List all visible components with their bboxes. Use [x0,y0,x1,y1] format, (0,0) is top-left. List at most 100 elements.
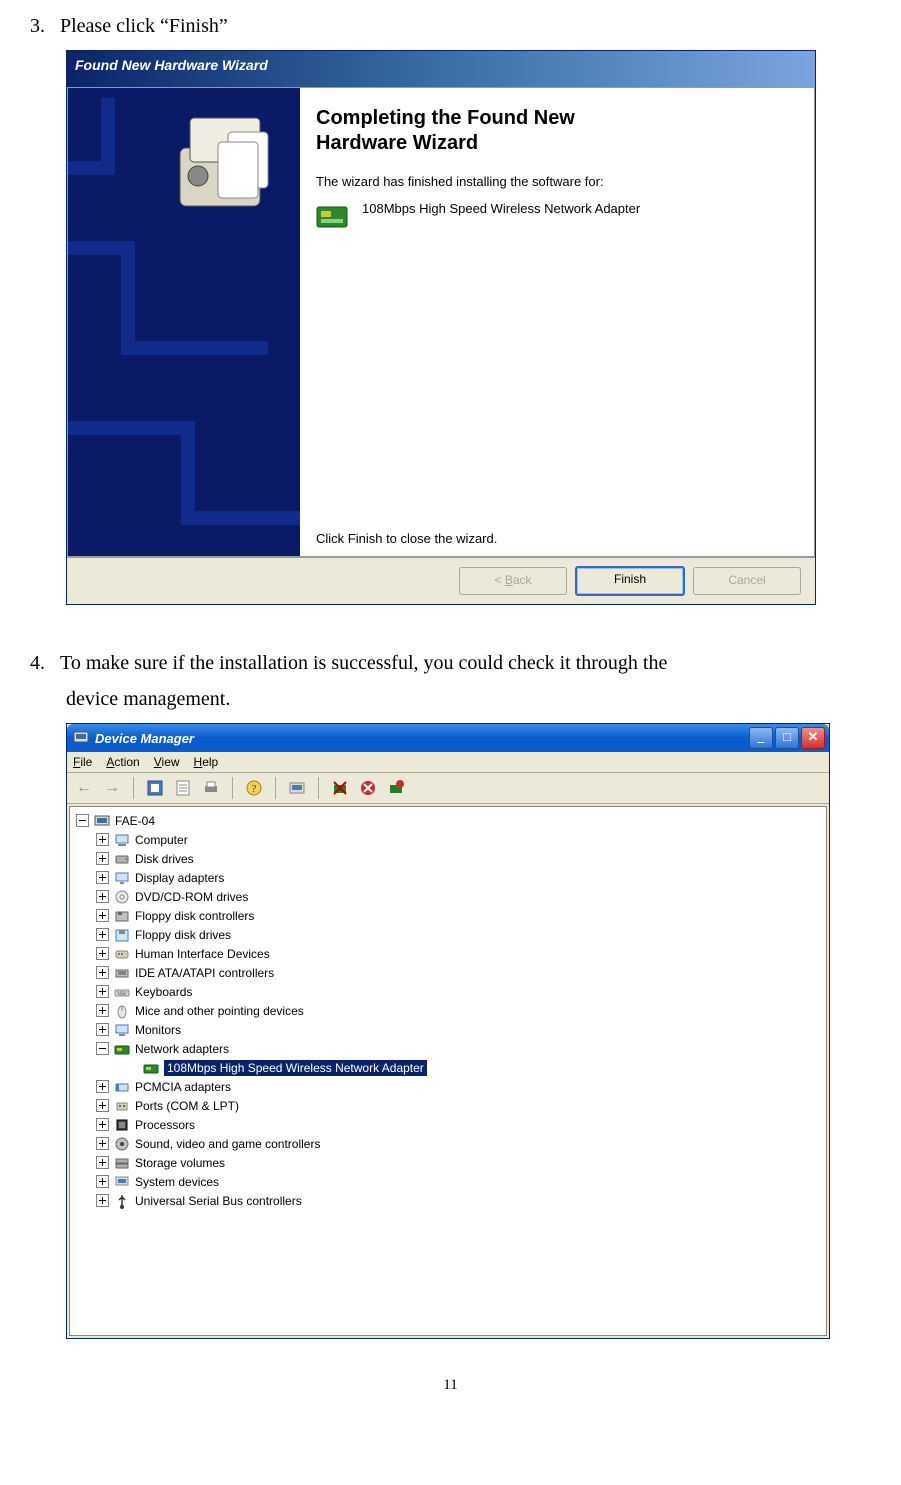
tree-node[interactable]: Human Interface Devices [76,944,820,963]
tree-node[interactable]: Storage volumes [76,1153,820,1172]
keyboard-icon [113,984,131,1000]
svg-text:?: ? [252,783,257,795]
expand-icon[interactable] [96,890,109,903]
expand-icon[interactable] [96,1137,109,1150]
step3-number: 3. [30,8,60,44]
tree-node[interactable]: Ports (COM & LPT) [76,1096,820,1115]
expand-icon[interactable] [96,1099,109,1112]
tree-node[interactable]: Network adapters [76,1039,820,1058]
tree-node-label: Disk drives [135,852,194,866]
expand-icon[interactable] [96,1080,109,1093]
maximize-button[interactable]: □ [775,727,799,749]
close-button[interactable]: ✕ [801,727,825,749]
tree-leaf-label: 108Mbps High Speed Wireless Network Adap… [164,1060,427,1076]
toolbar-scan-icon[interactable] [286,777,308,799]
cpu-icon [113,1117,131,1133]
tree-node[interactable]: Floppy disk controllers [76,906,820,925]
wizard-titlebar[interactable]: Found New Hardware Wizard [67,51,815,87]
tree-leaf[interactable]: 108Mbps High Speed Wireless Network Adap… [76,1058,820,1077]
tree-root-label: FAE-04 [115,814,155,828]
minimize-button[interactable]: _ [749,727,773,749]
tree-node-label: Keyboards [135,985,192,999]
toolbar-disable-icon[interactable] [357,777,379,799]
finish-button[interactable]: Finish [575,566,685,596]
tree-node[interactable]: PCMCIA adapters [76,1077,820,1096]
expand-icon[interactable] [96,1004,109,1017]
usb-icon [113,1193,131,1209]
toolbar-properties-icon[interactable] [144,777,166,799]
wizard-main: Completing the Found New Hardware Wizard… [300,88,814,556]
tree-node[interactable]: Keyboards [76,982,820,1001]
expand-icon[interactable] [96,871,109,884]
wizard-device-row: 108Mbps High Speed Wireless Network Adap… [316,201,798,234]
expand-icon[interactable] [96,928,109,941]
tree-node[interactable]: Monitors [76,1020,820,1039]
tree-node[interactable]: Mice and other pointing devices [76,1001,820,1020]
nav-forward-button[interactable]: → [101,777,123,799]
collapse-icon[interactable] [96,1042,109,1055]
toolbar-help-icon[interactable]: ? [243,777,265,799]
expand-icon[interactable] [96,1175,109,1188]
expand-icon[interactable] [96,1023,109,1036]
network-card-icon [142,1060,160,1076]
tree-node[interactable]: Computer [76,830,820,849]
expand-icon[interactable] [96,947,109,960]
tree-node-label: Ports (COM & LPT) [135,1099,239,1113]
menu-view[interactable]: View [154,755,180,769]
wizard-title-text: Found New Hardware Wizard [75,57,268,73]
tree-node-label: Sound, video and game controllers [135,1137,320,1151]
cd-icon [113,889,131,905]
tree-node-label: Processors [135,1118,195,1132]
menu-file[interactable]: File [73,755,92,769]
menu-help[interactable]: Help [194,755,219,769]
tree-node[interactable]: Sound, video and game controllers [76,1134,820,1153]
floppy-icon [113,927,131,943]
port-icon [113,1098,131,1114]
system-icon [113,1174,131,1190]
step4-number: 4. [30,645,60,681]
expand-icon[interactable] [96,1194,109,1207]
tree-node[interactable]: IDE ATA/ATAPI controllers [76,963,820,982]
nav-back-button[interactable]: ← [73,777,95,799]
tree-node-label: PCMCIA adapters [135,1080,231,1094]
step4-text: 4.To make sure if the installation is su… [30,645,871,717]
tree-node-label: Mice and other pointing devices [135,1004,304,1018]
mouse-icon [113,1003,131,1019]
monitor-icon [113,1022,131,1038]
device-tree[interactable]: FAE-04 Computer Disk drives Display adapte… [69,806,827,1336]
tree-node[interactable]: System devices [76,1172,820,1191]
toolbar-print-icon[interactable] [200,777,222,799]
step4-instruction-l1: To make sure if the installation is succ… [60,652,667,674]
tree-node[interactable]: Display adapters [76,868,820,887]
step3-instruction: Please click “Finish” [60,15,228,37]
expand-icon[interactable] [96,833,109,846]
device-manager-icon [73,729,89,748]
expand-icon[interactable] [96,1118,109,1131]
expand-icon[interactable] [96,966,109,979]
expand-icon[interactable] [96,1156,109,1169]
tree-node[interactable]: Processors [76,1115,820,1134]
tree-node[interactable]: Disk drives [76,849,820,868]
display-icon [113,870,131,886]
tree-node-label: DVD/CD-ROM drives [135,890,248,904]
toolbar-uninstall-icon[interactable] [329,777,351,799]
tree-node[interactable]: DVD/CD-ROM drives [76,887,820,906]
toolbar-sheet-icon[interactable] [172,777,194,799]
tree-root-node[interactable]: FAE-04 [76,811,820,830]
menu-action[interactable]: Action [106,755,139,769]
network-icon [113,1041,131,1057]
device-manager-titlebar[interactable]: Device Manager _ □ ✕ [67,724,829,752]
tree-node-label: Floppy disk controllers [135,909,254,923]
storage-icon [113,1155,131,1171]
tree-node[interactable]: Floppy disk drives [76,925,820,944]
tree-node[interactable]: Universal Serial Bus controllers [76,1191,820,1210]
tree-node-label: Display adapters [135,871,224,885]
expand-icon[interactable] [96,985,109,998]
expand-icon[interactable] [96,909,109,922]
toolbar-update-icon[interactable] [385,777,407,799]
tree-node-label: Storage volumes [135,1156,225,1170]
wizard-button-bar: < Back Finish Cancel [67,557,815,604]
expand-icon[interactable] [96,852,109,865]
floppy-ctrl-icon [113,908,131,924]
collapse-icon[interactable] [76,814,89,827]
